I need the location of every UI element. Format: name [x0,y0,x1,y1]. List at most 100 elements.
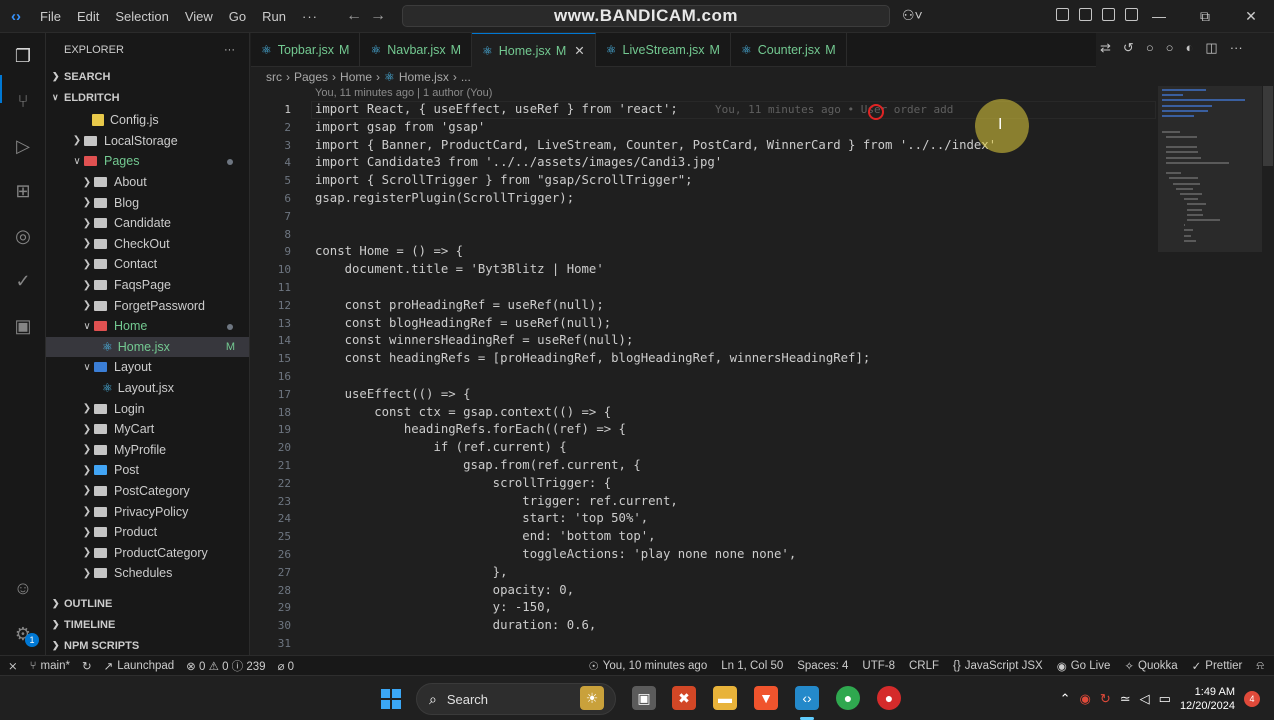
close-tab-icon[interactable]: ✕ [574,43,584,58]
close-window-icon[interactable]: ✕ [1228,0,1274,33]
tree-item-pages[interactable]: ∨ Pages [46,151,249,172]
tree-item-candidate[interactable]: ❯ Candidate [46,213,249,234]
language-mode[interactable]: {} JavaScript JSX [953,660,1043,672]
tree-item-layout[interactable]: ∨ Layout [46,357,249,378]
customize-layout-icon[interactable] [1056,8,1069,21]
menu-go[interactable]: Go [221,0,254,33]
tree-item-home-jsx[interactable]: ⚛ Home.jsx M [46,336,249,358]
tree-item-home[interactable]: ∨ Home [46,316,249,337]
extensions-icon[interactable]: ⊞ [10,178,36,204]
branch-item[interactable]: ⑂ main* [30,660,70,672]
split-editor-icon[interactable]: ◫ [1205,40,1217,56]
tab-counter[interactable]: ⚛ Counter.jsx M [731,33,847,67]
tab-home-active[interactable]: ⚛ Home.jsx M ✕ [472,33,596,67]
clock[interactable]: 1:49 AM 12/20/2024 [1180,685,1235,713]
chevron-up-icon[interactable]: ⌃ [1060,691,1071,707]
menu-view[interactable]: View [177,0,221,33]
tree-item-faqspage[interactable]: ❯ FaqsPage [46,275,249,296]
more-editor-actions-icon[interactable]: ··· [1230,40,1243,56]
menu-edit[interactable]: Edit [69,0,107,33]
outline-section[interactable]: ❯ OUTLINE [46,593,249,614]
open-changes-icon[interactable]: ↺ [1123,40,1134,56]
toggle-primary-sidebar-icon[interactable] [1079,8,1092,21]
minimap[interactable] [1158,85,1258,655]
tree-item-localstorage[interactable]: ❯ LocalStorage [46,131,249,152]
brave-browser-icon[interactable]: ▼ [754,686,778,710]
menu-selection[interactable]: Selection [107,0,176,33]
menu-more[interactable]: ··· [294,0,326,33]
source-control-icon[interactable]: ⑂ [10,88,36,114]
forward-arrow-icon[interactable]: → [370,7,386,25]
xampp-icon[interactable]: ✖ [672,686,696,710]
tab-topbar[interactable]: ⚛ Topbar.jsx M [251,33,361,67]
breadcrumb-symbol[interactable]: ... [461,70,471,84]
restore-icon[interactable]: ⧉ [1182,0,1228,33]
tab-navbar[interactable]: ⚛ Navbar.jsx M [360,33,473,67]
tree-item-config-js[interactable]: Config.js [46,110,249,131]
tree-item-layout-jsx[interactable]: ⚛ Layout.jsx [46,378,249,399]
npm-scripts-section[interactable]: ❯ NPM SCRIPTS [46,635,249,655]
explorer-icon[interactable]: ❐ [10,43,36,69]
speaker-icon[interactable]: ◁ [1140,691,1150,707]
tab-livestream[interactable]: ⚛ LiveStream.jsx M [596,33,731,67]
tree-item-blog[interactable]: ❯ Blog [46,192,249,213]
widgets-icon[interactable]: ☀ [580,686,604,710]
workspace-root[interactable]: ∨ ELDRITCH [46,87,249,108]
remote-indicator-icon[interactable]: ⨯ [8,659,18,673]
tree-item-mycart[interactable]: ❯ MyCart [46,419,249,440]
windows-start-icon[interactable] [381,689,401,709]
breadcrumb-src[interactable]: src [266,70,282,84]
ports-item[interactable]: ⌀ 0 [278,659,295,673]
end-of-line[interactable]: CRLF [909,660,939,672]
git-graph-icon[interactable]: ◎ [10,223,36,249]
next-change-icon[interactable]: ○ [1166,40,1174,56]
battery-icon[interactable]: ▭ [1159,691,1171,707]
notifications-bell-icon[interactable]: ⍾ [1256,660,1264,673]
minimize-icon[interactable]: — [1136,0,1182,33]
tree-item-schedules[interactable]: ❯ Schedules [46,563,249,584]
testing-icon[interactable]: ✓ [10,268,36,294]
tree-item-login[interactable]: ❯ Login [46,398,249,419]
run-debug-icon[interactable]: ▷ [10,133,36,159]
codelens-blame[interactable]: You, 11 minutes ago | 1 author (You) [315,87,492,99]
menu-run[interactable]: Run [254,0,294,33]
indentation[interactable]: Spaces: 4 [797,660,848,672]
tree-item-contact[interactable]: ❯ Contact [46,254,249,275]
vertical-scrollbar[interactable] [1262,86,1273,655]
problems-item[interactable]: ⊗ 0 ⚠ 0 ⓘ 239 [186,658,265,674]
launchpad-item[interactable]: ↗ Launchpad [104,659,175,673]
sync-tray-icon[interactable]: ↻ [1100,691,1111,707]
tree-item-checkout[interactable]: ❯ CheckOut [46,234,249,255]
tree-item-about[interactable]: ❯ About [46,172,249,193]
wifi-icon[interactable]: ≃ [1120,691,1131,707]
encoding[interactable]: UTF-8 [862,660,895,672]
code-editor[interactable]: 1 import React, { useEffect, useRef } fr… [251,101,1156,655]
tree-item-productcategory[interactable]: ❯ ProductCategory [46,542,249,563]
chrome-icon[interactable]: ● [836,686,860,710]
scrollbar-thumb[interactable] [1263,86,1273,166]
more-actions-icon[interactable]: ··· [224,44,235,56]
tree-item-product[interactable]: ❯ Product [46,522,249,543]
previous-change-icon[interactable]: ○ [1146,40,1154,56]
sync-icon[interactable]: ↻ [82,659,92,673]
tree-item-myprofile[interactable]: ❯ MyProfile [46,440,249,461]
toggle-panel-icon[interactable] [1102,8,1115,21]
quokka-item[interactable]: ✧ Quokka [1124,659,1177,673]
tree-item-postcategory[interactable]: ❯ PostCategory [46,481,249,502]
breadcrumb-pages[interactable]: Pages [294,70,328,84]
back-arrow-icon[interactable]: ← [346,7,362,25]
prettier-item[interactable]: ✓ Prettier [1192,659,1243,673]
vscode-taskbar-icon[interactable]: ‹› [795,686,819,710]
go-live-item[interactable]: ◉ Go Live [1057,659,1111,673]
breadcrumb-home[interactable]: Home [340,70,372,84]
compare-changes-icon[interactable]: ⇄ [1100,40,1111,56]
account-icon[interactable]: ☺ [10,575,36,601]
notification-badge[interactable]: 4 [1244,690,1260,707]
blame-item[interactable]: ☉ You, 10 minutes ago [588,659,707,673]
timeline-section[interactable]: ❯ TIMELINE [46,614,249,635]
record-icon[interactable]: ◉ [1079,691,1090,707]
menu-file[interactable]: File [32,0,69,33]
file-explorer-icon[interactable]: ▬ [713,686,737,710]
breadcrumb-file[interactable]: Home.jsx [399,70,449,84]
go-live-icon[interactable]: ◐ [1186,40,1194,56]
